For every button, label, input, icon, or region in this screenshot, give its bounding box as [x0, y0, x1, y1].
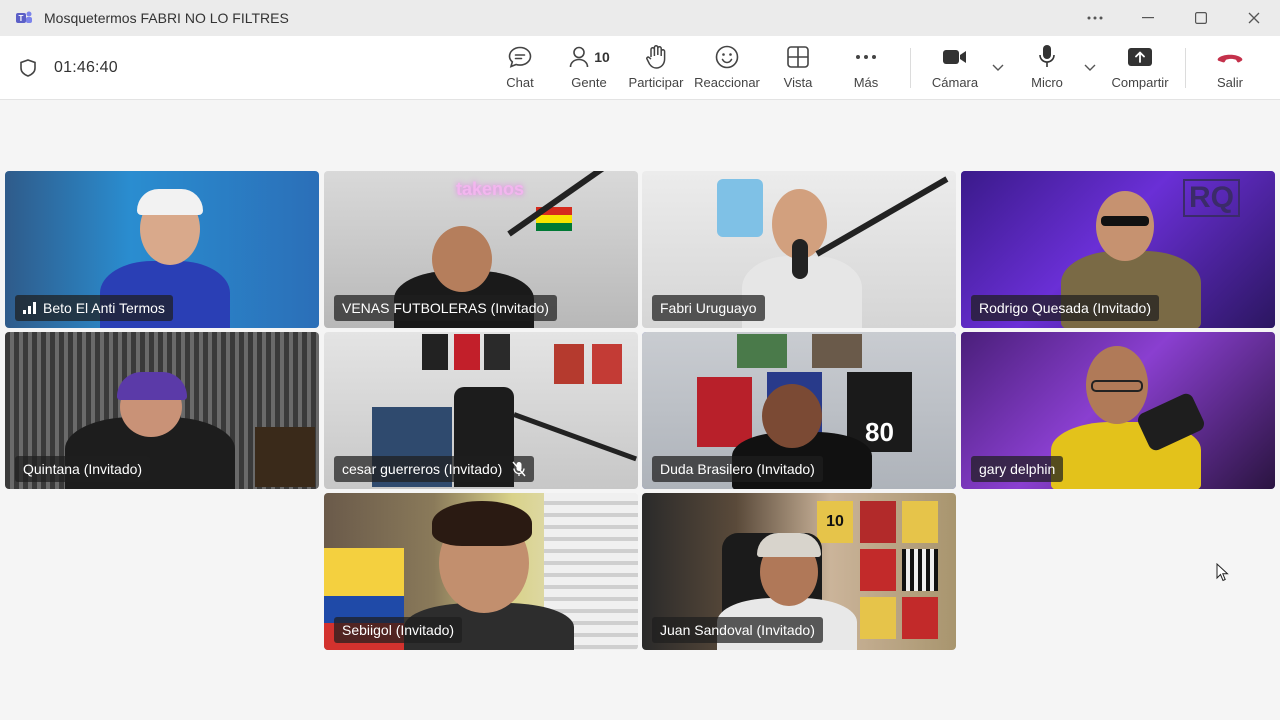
view-button[interactable]: Vista: [781, 44, 815, 94]
participant-nameplate: gary delphin: [971, 456, 1064, 482]
participant-nameplate: Beto El Anti Termos: [15, 295, 173, 321]
participant-name: Juan Sandoval (Invitado): [660, 622, 815, 638]
svg-text:T: T: [19, 14, 24, 23]
window-title: Mosquetermos FABRI NO LO FILTRES: [44, 10, 289, 26]
video-tile-sebiigol[interactable]: Sebiigol (Invitado): [324, 493, 638, 650]
chat-label: Chat: [506, 75, 534, 90]
maximize-icon[interactable]: [1174, 0, 1227, 36]
participant-name: Beto El Anti Termos: [43, 300, 165, 316]
leave-button[interactable]: Salir: [1212, 44, 1248, 94]
react-label: Reaccionar: [694, 75, 760, 90]
jersey-on-wall: [717, 179, 763, 237]
camera-label: Cámara: [931, 75, 979, 90]
people-label: Gente: [571, 75, 607, 90]
chat-button[interactable]: Chat: [502, 44, 538, 94]
person-icon: [569, 46, 589, 68]
participant-name: Fabri Uruguayo: [660, 300, 757, 316]
muted-mic-icon: [512, 461, 526, 477]
meeting-timer: 01:46:40: [54, 59, 118, 76]
view-label: Vista: [783, 75, 813, 90]
hand-icon: [645, 44, 667, 70]
more-options-icon[interactable]: [1068, 0, 1121, 36]
participant-name: Sebiigol (Invitado): [342, 622, 455, 638]
hang-up-phone-icon: [1216, 44, 1244, 70]
video-tile-beto[interactable]: Beto El Anti Termos: [5, 171, 319, 328]
video-tile-rodrigo-quesada[interactable]: RQ Rodrigo Quesada (Invitado): [961, 171, 1275, 328]
participant-nameplate: cesar guerreros (Invitado): [334, 456, 535, 482]
video-tile-juan-sandoval[interactable]: 10 Juan Sandoval (Invitado): [642, 493, 956, 650]
video-tile-cesar-guerreros[interactable]: cesar guerreros (Invitado): [324, 332, 638, 489]
participant-nameplate: Fabri Uruguayo: [652, 295, 765, 321]
share-screen-icon: [1127, 44, 1153, 70]
meeting-toolbar: 01:46:40 Chat 10 Gente Participar Reacci…: [0, 36, 1280, 100]
video-tile-gary-delphin[interactable]: gary delphin: [961, 332, 1275, 489]
rq-logo: RQ: [1183, 179, 1240, 217]
signal-strength-icon: [23, 302, 36, 314]
teams-logo-icon: T: [14, 8, 34, 28]
participant-name: Rodrigo Quesada (Invitado): [979, 300, 1151, 316]
shield-icon[interactable]: [18, 58, 38, 78]
video-tile-duda-brasilero[interactable]: 80 Duda Brasilero (Invitado): [642, 332, 956, 489]
react-button[interactable]: Reaccionar: [694, 44, 760, 94]
smiley-icon: [714, 44, 740, 70]
participant-name: gary delphin: [979, 461, 1056, 477]
share-label: Compartir: [1111, 75, 1169, 90]
ellipsis-icon: [855, 44, 877, 70]
people-count: 10: [594, 49, 610, 65]
mouse-cursor-icon: [1216, 562, 1230, 588]
leave-label: Salir: [1216, 75, 1243, 90]
chat-icon: [507, 44, 533, 70]
participant-nameplate: Quintana (Invitado): [15, 456, 151, 482]
mic-options-chevron-icon[interactable]: [1083, 60, 1097, 74]
participant-nameplate: Sebiigol (Invitado): [334, 617, 463, 643]
minimize-icon[interactable]: [1121, 0, 1174, 36]
share-button[interactable]: Compartir: [1109, 44, 1171, 94]
more-label: Más: [853, 75, 879, 90]
raise-hand-button[interactable]: Participar: [627, 44, 685, 94]
participant-nameplate: VENAS FUTBOLERAS (Invitado): [334, 295, 557, 321]
title-bar: T Mosquetermos FABRI NO LO FILTRES: [0, 0, 1280, 36]
more-button[interactable]: Más: [850, 44, 882, 94]
neon-sign-text: takenos: [456, 179, 525, 199]
video-tile-quintana[interactable]: Quintana (Invitado): [5, 332, 319, 489]
close-icon[interactable]: [1227, 0, 1280, 36]
participant-nameplate: Rodrigo Quesada (Invitado): [971, 295, 1159, 321]
mic-label: Micro: [1031, 75, 1063, 90]
flamengo-jersey: [697, 377, 752, 447]
camera-options-chevron-icon[interactable]: [991, 60, 1005, 74]
video-tile-venas-futboleras[interactable]: takenos VENAS FUTBOLERAS (Invitado): [324, 171, 638, 328]
toolbar-divider: [910, 48, 911, 88]
participant-nameplate: Juan Sandoval (Invitado): [652, 617, 823, 643]
participant-name: Duda Brasilero (Invitado): [660, 461, 815, 477]
grid-view-icon: [786, 44, 810, 70]
participant-name: VENAS FUTBOLERAS (Invitado): [342, 300, 549, 316]
people-icon-wrap: 10: [568, 44, 610, 70]
participant-name: cesar guerreros (Invitado): [342, 461, 503, 477]
participant-name: Quintana (Invitado): [23, 461, 143, 477]
participant-nameplate: Duda Brasilero (Invitado): [652, 456, 823, 482]
people-button[interactable]: 10 Gente: [566, 44, 612, 94]
camera-button[interactable]: Cámara: [930, 44, 980, 94]
mic-button[interactable]: Micro: [1027, 44, 1067, 94]
microphone-icon: [1037, 44, 1057, 70]
toolbar-divider-2: [1185, 48, 1186, 88]
camera-icon: [942, 44, 968, 70]
video-tile-fabri[interactable]: Fabri Uruguayo: [642, 171, 956, 328]
raise-hand-label: Participar: [628, 75, 684, 90]
framed-jersey-number: 10: [817, 501, 853, 543]
